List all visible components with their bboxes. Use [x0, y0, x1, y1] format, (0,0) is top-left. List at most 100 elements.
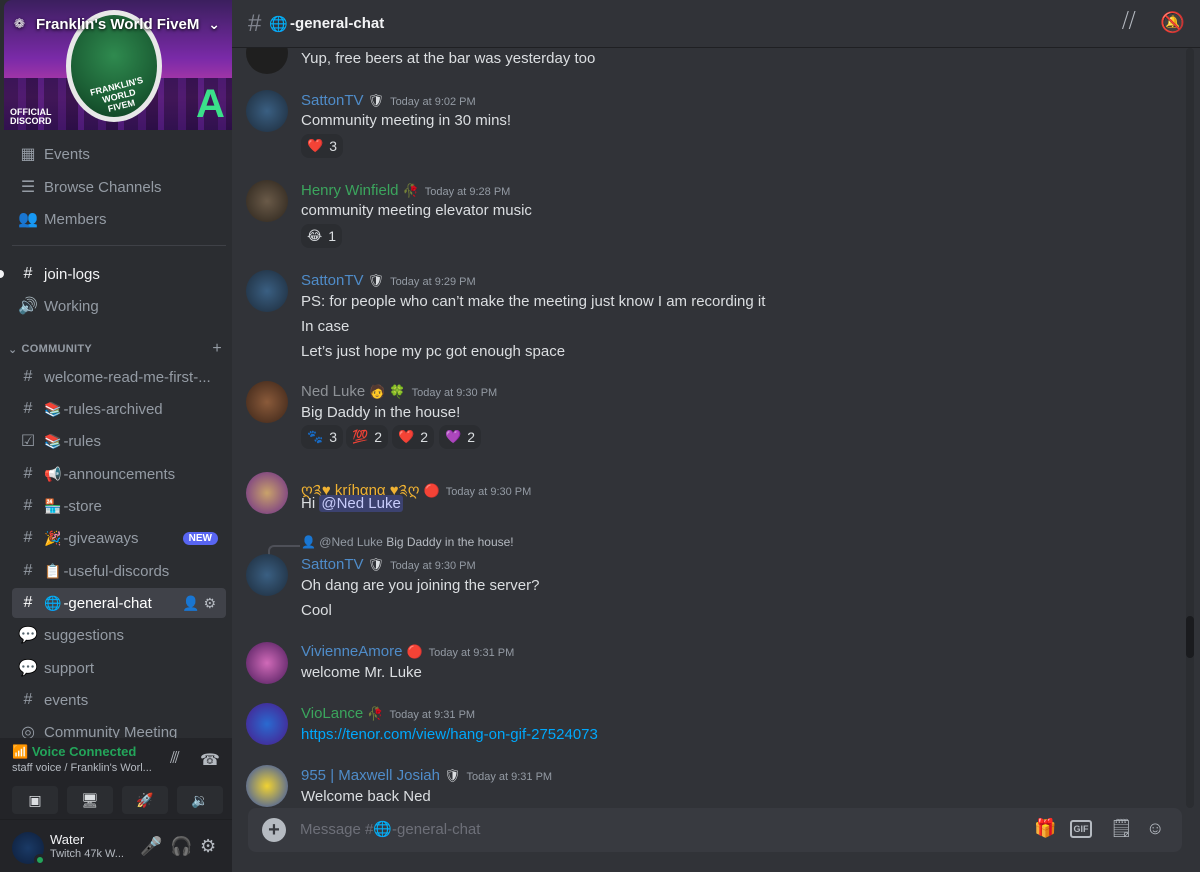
channel-rules-archived[interactable]: # 📚 -rules-archived [12, 394, 226, 424]
avatar[interactable] [246, 90, 288, 132]
message-author[interactable]: VioLance [301, 705, 363, 722]
gear-icon[interactable]: ⚙ [200, 836, 216, 857]
activity-button[interactable]: 🚀 [122, 786, 168, 814]
channel-suggestions[interactable]: 💬 suggestions [12, 620, 226, 650]
user-mention[interactable]: @Ned Luke [319, 495, 403, 512]
avatar[interactable] [246, 472, 288, 514]
sidebar-item-browse-channels[interactable]: ☰ Browse Channels [12, 172, 226, 202]
avatar[interactable] [246, 180, 288, 222]
gift-icon[interactable]: 🎁 [1034, 818, 1056, 839]
soundboard-button[interactable]: 🔉 [177, 786, 223, 814]
message-author[interactable]: SattonTV [301, 272, 364, 289]
camera-button[interactable]: ▣ [12, 786, 58, 814]
add-channel-icon[interactable]: + [212, 340, 222, 358]
message-author[interactable]: Ned Luke [301, 383, 365, 400]
badge-icon: 🛡 [367, 273, 385, 288]
message-timestamp: Today at 9:28 PM [424, 186, 511, 198]
reaction[interactable]: 🐾 3 [301, 425, 343, 449]
message-text: Hi @Ned Luke [301, 495, 403, 512]
channel-label: -store [63, 497, 102, 515]
channel-events[interactable]: # events [12, 685, 226, 715]
server-sidebar: FRANKLIN'S WORLD FIVEM OFFICIAL DISCORD A… [0, 0, 232, 872]
rose-emoji-icon: 🥀 [402, 183, 419, 198]
message-link[interactable]: https://tenor.com/view/hang-on-gif-27524… [301, 726, 598, 743]
camera-off-icon: ▣ [28, 791, 42, 808]
server-name: Franklin's World FiveM [36, 15, 200, 33]
avatar[interactable] [246, 48, 288, 74]
message-author[interactable]: VivienneAmore [301, 643, 402, 660]
message-header: VivienneAmore 🔴 Today at 9:31 PM [301, 643, 514, 660]
chevron-down-icon[interactable]: ⌄ [208, 16, 220, 33]
sidebar-item-members[interactable]: 👥 Members [12, 204, 226, 234]
avatar[interactable] [246, 270, 288, 312]
chevron-down-icon: ⌄ [8, 343, 18, 356]
server-name-header[interactable]: ❁ Franklin's World FiveM ⌄ [14, 14, 220, 34]
gif-icon[interactable]: GIF [1070, 820, 1092, 838]
channel-announcements[interactable]: # 📢 -announcements [12, 459, 226, 489]
scrollbar-thumb[interactable] [1186, 616, 1194, 658]
reply-text: Big Daddy in the house! [386, 535, 514, 549]
threads-icon[interactable]: ⧸⧸ [1122, 10, 1136, 33]
role-emoji-icon: 🔴 [423, 483, 440, 498]
screen-share-button[interactable]: 🖥 [67, 786, 113, 814]
channel-giveaways[interactable]: # 🎉 -giveaways NEW [12, 523, 226, 553]
laugh-emoji-icon: 😂 [307, 228, 323, 243]
forum-icon: 💬 [18, 627, 38, 644]
noise-suppression-icon[interactable]: ⫻ [170, 750, 180, 768]
sidebar-item-label: Members [44, 210, 107, 228]
message-author[interactable]: 955 | Maxwell Josiah [301, 767, 440, 784]
channel-join-logs[interactable]: # join-logs [12, 259, 226, 289]
avatar[interactable] [246, 554, 288, 596]
channel-store[interactable]: # 🏪 -store [12, 491, 226, 521]
reply-avatar-icon: 👤 [301, 535, 316, 549]
hash-icon: # [23, 691, 33, 708]
message-author[interactable]: SattonTV [301, 556, 364, 573]
books-emoji-icon: 📚 [44, 432, 62, 449]
gear-icon[interactable]: ⚙ [203, 595, 220, 611]
channel-label: -giveaways [63, 529, 139, 547]
channel-general-chat[interactable]: # 🌐 -general-chat 👤⚙ [12, 588, 226, 618]
avatar[interactable] [246, 703, 288, 745]
reaction[interactable]: 💯 2 [346, 425, 388, 449]
reaction-count: 3 [329, 429, 337, 445]
globe-emoji-icon: 🌐 [269, 15, 289, 33]
add-attachment-icon[interactable]: + [262, 818, 286, 842]
sticker-icon[interactable]: 🗒 [1110, 818, 1133, 839]
scrollbar-track[interactable] [1186, 48, 1194, 808]
channel-working[interactable]: 🔊 Working [12, 291, 226, 321]
message-input[interactable]: Message #🌐-general-chat [300, 820, 480, 838]
channel-rules[interactable]: ☑ 📚 -rules [12, 426, 226, 456]
reply-preview[interactable]: 👤 @Ned Luke Big Daddy in the house! [301, 535, 514, 549]
message-author[interactable]: Henry Winfield [301, 182, 399, 199]
invite-icon[interactable]: 👤 [182, 595, 203, 611]
username[interactable]: Water [50, 832, 84, 847]
message-composer[interactable]: + Message #🌐-general-chat 🎁 GIF 🗒 ☺ [248, 808, 1182, 852]
clipboard-emoji-icon: 📋 [44, 562, 62, 579]
sidebar-item-events[interactable]: ▦ Events [12, 139, 226, 169]
channel-label: suggestions [44, 626, 125, 644]
avatar[interactable] [12, 832, 46, 866]
avatar[interactable] [246, 765, 288, 807]
channel-welcome[interactable]: # welcome-read-me-first-... [12, 362, 226, 392]
message-text: community meeting elevator music [301, 202, 532, 219]
reaction[interactable]: 💜 2 [439, 425, 481, 449]
headphones-icon[interactable]: 🎧 [170, 836, 192, 857]
reaction[interactable]: 😂 1 [301, 224, 342, 248]
channel-support[interactable]: 💬 support [12, 653, 226, 683]
category-community[interactable]: ⌄ COMMUNITY + [8, 340, 222, 358]
microphone-icon[interactable]: 🎤 [140, 836, 162, 857]
message-author[interactable]: SattonTV [301, 92, 364, 109]
sticker-emoji-icon: 🐾 [307, 429, 324, 444]
channel-label: support [44, 659, 95, 677]
avatar[interactable] [246, 381, 288, 423]
reaction[interactable]: ❤️ 3 [301, 134, 343, 158]
avatar[interactable] [246, 642, 288, 684]
channel-useful-discords[interactable]: # 📋 -useful-discords [12, 556, 226, 586]
voice-status[interactable]: 📶 Voice Connected [12, 744, 136, 760]
reaction[interactable]: ❤️ 2 [392, 425, 434, 449]
emoji-picker-icon[interactable]: ☺ [1146, 818, 1164, 839]
disconnect-icon[interactable]: ☎ [200, 750, 220, 770]
soundboard-icon: 🔉 [191, 791, 209, 808]
notifications-off-icon[interactable]: 🔕 [1160, 10, 1185, 35]
voice-channel-name[interactable]: staff voice / Franklin's Worl... [12, 762, 152, 774]
